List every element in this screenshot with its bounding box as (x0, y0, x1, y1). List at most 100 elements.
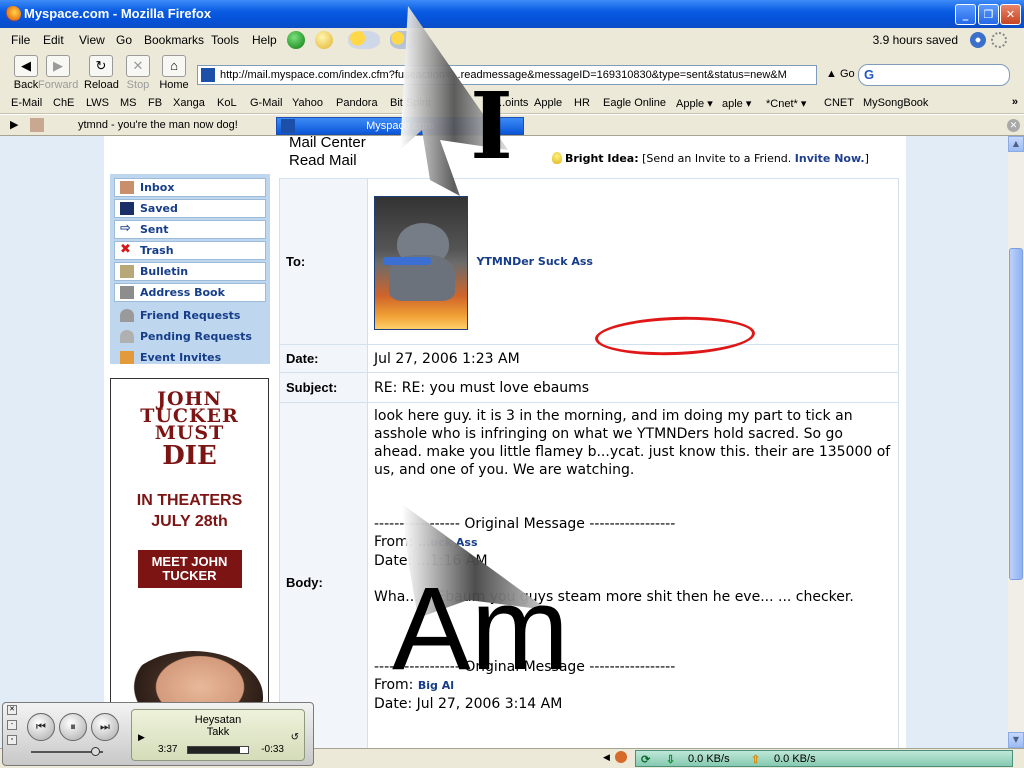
sidebar-item-label: Inbox (140, 181, 175, 194)
sidebar-item-pending-requests[interactable]: Pending Requests (114, 327, 266, 346)
bookmark-item[interactable]: Xanga (173, 97, 205, 109)
bookmark-item[interactable]: Pandora (336, 97, 378, 109)
player-window-controls: ✕ - ▫ (7, 705, 19, 750)
bookmark-item[interactable]: FB (148, 97, 162, 109)
sidebar-item-label: Address Book (140, 286, 225, 299)
stop-button[interactable]: ✕ Stop (124, 55, 152, 91)
sidebar-item-saved[interactable]: Saved (114, 199, 266, 218)
menu-tools[interactable]: Tools (211, 33, 239, 47)
pause-button[interactable]: ⏸ (59, 713, 87, 741)
tab-ytmnd[interactable]: ytmnd - you're the man now dog! (28, 117, 268, 135)
bookmark-item[interactable]: Yahoo (292, 97, 323, 109)
meet-john-tucker-button[interactable]: MEET JOHN TUCKER (137, 550, 242, 588)
bookmark-item[interactable]: MySongBook (863, 97, 928, 109)
sidebar-item-inbox[interactable]: Inbox (114, 178, 266, 197)
sidebar-item-event-invites[interactable]: Event Invites (114, 348, 266, 367)
invite-now-link[interactable]: Invite Now. (795, 152, 865, 165)
bookmark-folder[interactable]: Apple ▾ (676, 97, 713, 110)
status-arrow-left-icon[interactable]: ◀ (603, 752, 610, 763)
recipient-profile-link[interactable]: YTMNDer Suck Ass (476, 255, 593, 268)
partly-cloudy-icon[interactable] (348, 31, 380, 49)
movie-advertisement[interactable]: JOHN TUCKER MUST DIE IN THEATERS JULY 28… (110, 378, 269, 708)
forward-button[interactable]: ▶ Forward (38, 55, 78, 91)
track-progress-bar[interactable] (187, 746, 249, 754)
bookmark-folder[interactable]: aple ▾ (722, 97, 751, 110)
vertical-scrollbar[interactable]: ▲ ▼ (1008, 136, 1024, 748)
previous-track-button[interactable]: ⏮ (27, 713, 55, 741)
reload-icon: ↻ (89, 55, 113, 77)
bookmark-item[interactable]: CNET (824, 97, 854, 109)
back-label: Back (13, 79, 39, 91)
bright-idea-bracket: ] (864, 152, 869, 165)
menu-edit[interactable]: Edit (43, 33, 64, 47)
status-addon-icon[interactable] (615, 751, 627, 763)
myspace-tab-icon (281, 119, 295, 133)
menu-help[interactable]: Help (252, 33, 277, 47)
inbox-icon (120, 181, 134, 194)
scroll-up-arrow-icon[interactable]: ▲ (1008, 136, 1024, 152)
search-input[interactable]: G (858, 64, 1010, 86)
bookmark-item[interactable]: Apple (534, 97, 562, 109)
bookmark-item[interactable]: Eagle Online (603, 97, 666, 109)
bookmark-item[interactable]: KoL (217, 97, 237, 109)
ad-actor-photo (123, 651, 263, 707)
sidebar-item-address-book[interactable]: Address Book (114, 283, 266, 302)
menu-file[interactable]: File (11, 33, 30, 47)
tab-play-icon[interactable]: ▶ (10, 117, 22, 135)
bookmark-item[interactable]: E-Mail (11, 97, 42, 109)
address-book-icon (120, 286, 134, 299)
bookmark-item[interactable]: HR (574, 97, 590, 109)
scroll-down-arrow-icon[interactable]: ▼ (1008, 732, 1024, 748)
reload-label: Reload (84, 79, 119, 91)
to-label: To: (279, 178, 368, 345)
back-button[interactable]: ◀ Back (12, 55, 40, 91)
minimize-button[interactable]: _ (955, 4, 976, 25)
friend-request-icon (120, 309, 134, 322)
reload-button[interactable]: ↻ Reload (84, 55, 119, 91)
next-track-button[interactable]: ⏭ (91, 713, 119, 741)
bookmarks-overflow-chevron-icon[interactable]: » (1012, 96, 1018, 108)
bookmark-item[interactable]: G-Mail (250, 97, 282, 109)
sender-avatar[interactable] (374, 196, 468, 330)
bookmark-item[interactable]: LWS (86, 97, 109, 109)
close-tab-icon[interactable]: ✕ (1007, 119, 1020, 132)
sidebar-item-sent[interactable]: ⇨ Sent (114, 220, 266, 239)
message-table: To: YTMNDer Suck Ass Date: Jul 27, 2006 … (279, 178, 899, 763)
upload-rate: 0.0 KB/s (774, 753, 816, 765)
player-close-icon[interactable]: ✕ (7, 705, 17, 715)
scrollbar-thumb[interactable] (1009, 248, 1023, 580)
volume-knob[interactable] (91, 747, 100, 756)
lightbulb-icon (552, 152, 562, 164)
message-body-text: look here guy. it is 3 in the morning, a… (374, 408, 891, 478)
sidebar-item-bulletin[interactable]: Bulletin (114, 262, 266, 281)
ad-release-date: IN THEATERS JULY 28th (111, 490, 268, 532)
sidebar-item-trash[interactable]: ✖ Trash (114, 241, 266, 260)
green-status-icon[interactable] (287, 31, 305, 49)
stop-label: Stop (126, 79, 150, 91)
read-mail-title: Read Mail (289, 152, 357, 169)
bookmark-item[interactable]: ChE (53, 97, 74, 109)
close-window-button[interactable]: ✕ (1000, 4, 1021, 25)
pending-request-icon (120, 330, 134, 343)
lcd-play-icon[interactable]: ▶ (138, 732, 145, 743)
home-label: Home (159, 79, 189, 91)
refresh-transfer-icon[interactable]: ⟳ (641, 753, 650, 766)
go-button[interactable]: ▲ Go (826, 68, 855, 80)
player-resize-icon[interactable]: ▫ (7, 735, 17, 745)
menu-bookmarks[interactable]: Bookmarks (144, 33, 204, 47)
download-status-icon[interactable] (970, 32, 986, 48)
lcd-rewind-icon[interactable]: ↺ (291, 732, 299, 743)
player-minimize-icon[interactable]: - (7, 720, 17, 730)
original-date-line: Date: Jul 27, 2006 3:14 AM (374, 695, 892, 713)
menu-go[interactable]: Go (116, 33, 132, 47)
home-button[interactable]: ⌂ Home (159, 55, 189, 91)
maximize-button[interactable]: ❐ (978, 4, 999, 25)
go-label: Go (839, 68, 855, 80)
bookmark-folder[interactable]: *Cnet* ▾ (766, 97, 806, 110)
moon-weather-icon[interactable] (315, 31, 333, 49)
menu-view[interactable]: View (79, 33, 105, 47)
transfer-rate-panel: ⟳ ⇩ 0.0 KB/s ⇧ 0.0 KB/s (635, 750, 1013, 767)
date-label: Date: (374, 696, 413, 712)
bookmark-item[interactable]: MS (120, 97, 137, 109)
sidebar-item-friend-requests[interactable]: Friend Requests (114, 306, 266, 325)
